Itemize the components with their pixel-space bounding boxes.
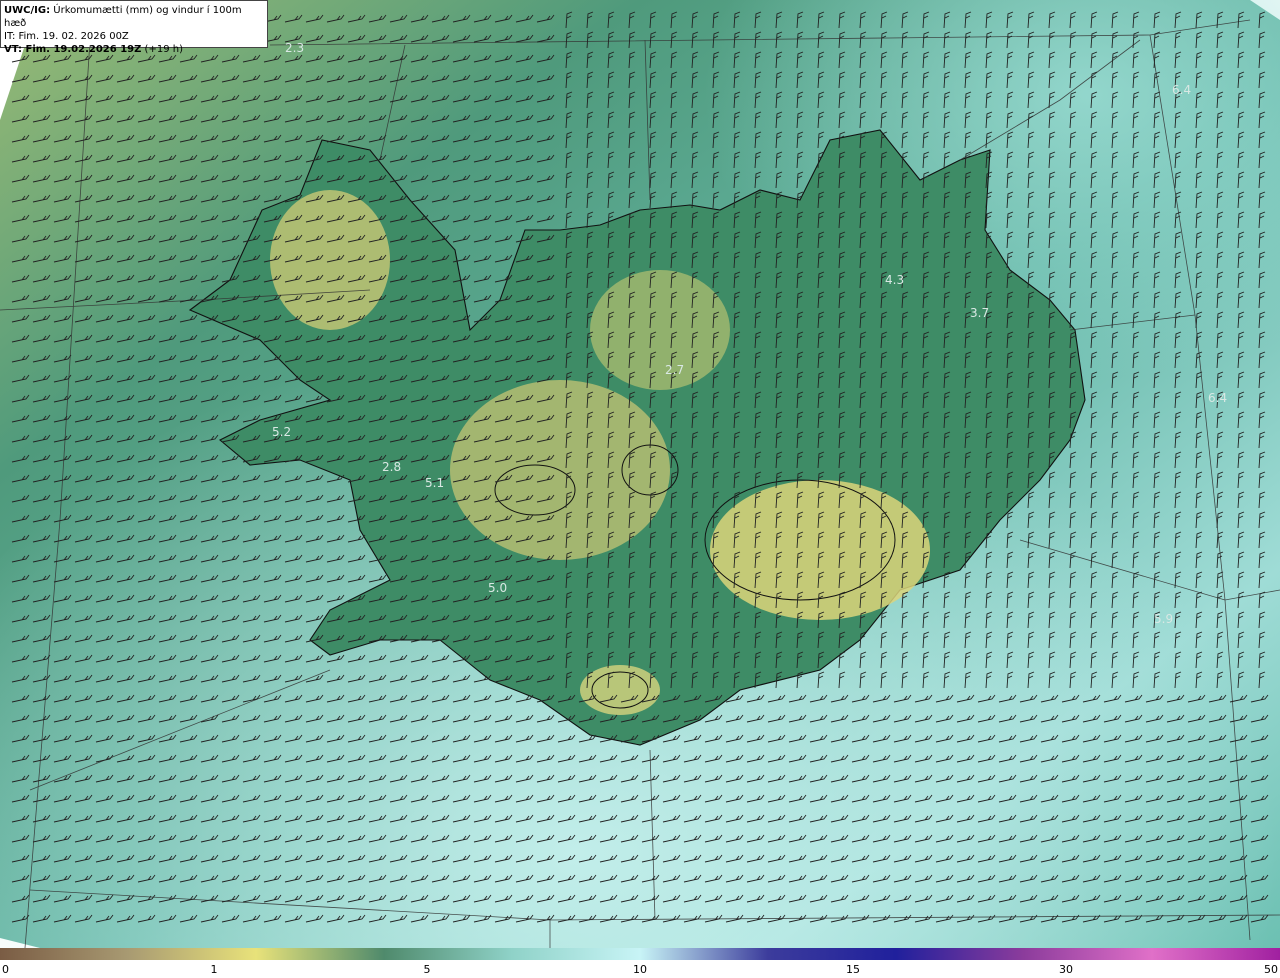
precipitation-map: 2.3 6.4 4.3 3.7 2.7 6.4 5.2 2.8 5.1 5.0 … <box>0 0 1280 948</box>
scale-tick: 10 <box>633 963 647 976</box>
valid-time: VT: Fim. 19.02.2026 19Z (+19 h) <box>4 43 267 56</box>
map-value-label: 5.1 <box>425 476 444 490</box>
scale-tick: 50 <box>1264 963 1278 976</box>
scale-tick: 5 <box>423 963 431 976</box>
color-scale-ticks: 0 1 5 10 15 30 50 <box>0 960 1280 978</box>
map-value-label: 6.4 <box>1208 391 1227 405</box>
init-time: IT: Fim. 19. 02. 2026 00Z <box>4 31 129 42</box>
highland-north <box>590 270 730 390</box>
scale-tick: 15 <box>846 963 860 976</box>
map-value-label: 5.0 <box>488 581 507 595</box>
map-value-label: 4.3 <box>885 273 904 287</box>
map-value-label: 5.9 <box>1154 612 1173 626</box>
map-title: UWC/IG: Úrkomumætti (mm) og vindur í 100… <box>4 4 267 30</box>
map-value-label: 5.2 <box>272 425 291 439</box>
valid-prefix: VT: Fim. 19.02.2026 19Z <box>4 44 142 55</box>
map-value-label: 2.8 <box>382 460 401 474</box>
scale-tick: 30 <box>1059 963 1073 976</box>
map-value-label: 2.3 <box>285 41 304 55</box>
map-value-label: 6.4 <box>1172 83 1191 97</box>
scale-tick: 0 <box>2 963 9 976</box>
scale-tick: 1 <box>210 963 218 976</box>
map-value-label: 3.7 <box>970 306 989 320</box>
title-prefix: UWC/IG: <box>4 5 51 16</box>
map-value-label: 2.7 <box>665 363 684 377</box>
color-scale-bar <box>0 948 1280 960</box>
map-header: UWC/IG: Úrkomumætti (mm) og vindur í 100… <box>0 0 268 55</box>
color-scale-gradient <box>0 948 1280 960</box>
highland-west <box>270 190 390 330</box>
valid-suffix: (+19 h) <box>141 44 183 55</box>
